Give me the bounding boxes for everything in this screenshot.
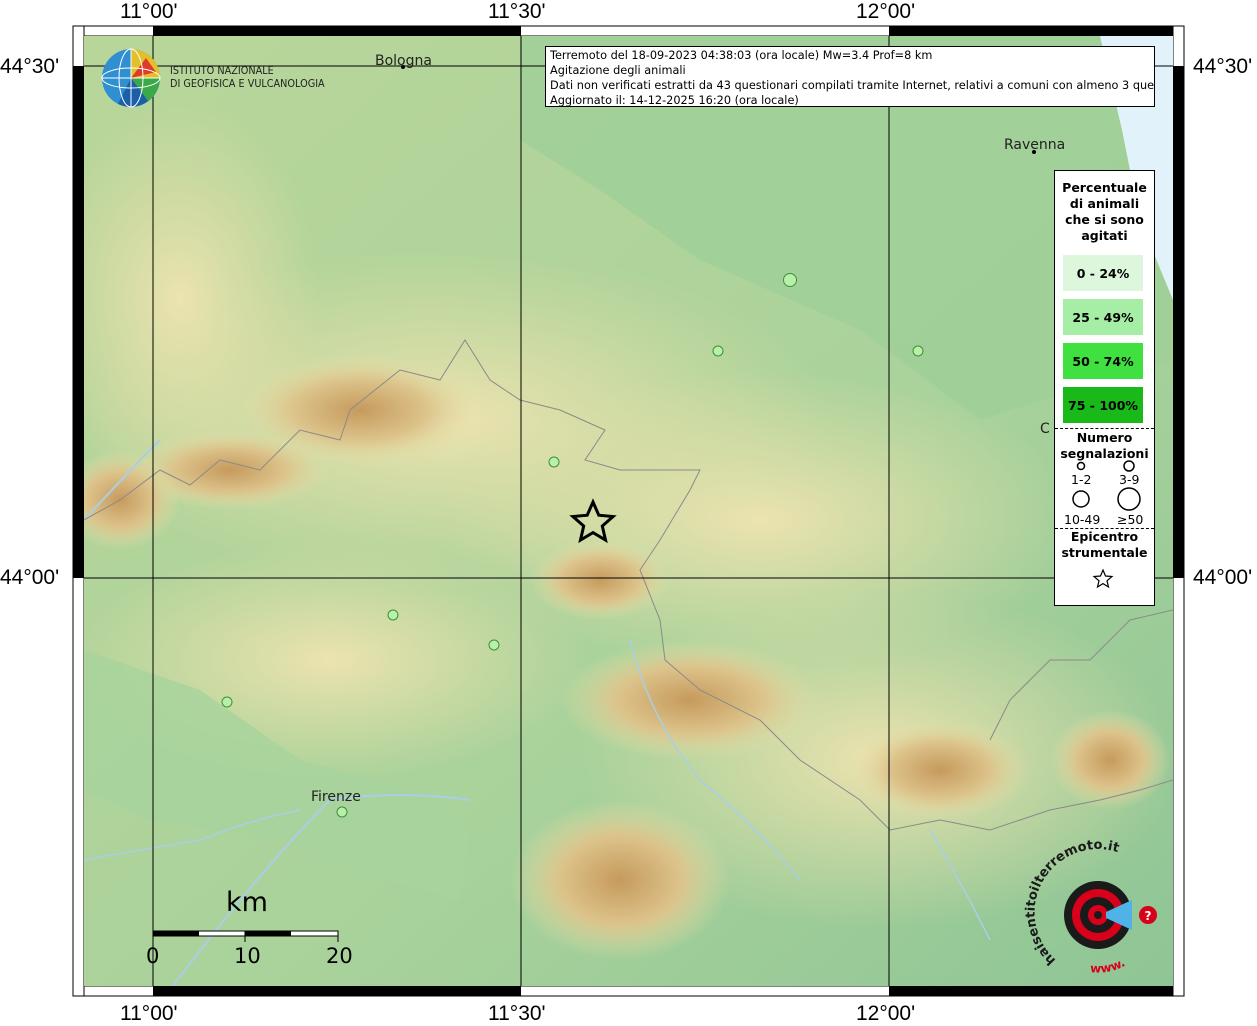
legend-percent-title: Percentuale di animali che si sono agita… — [1055, 180, 1154, 244]
macroseismic-map-page: ? haisentitoilterremoto.it www. 11°00' 1… — [0, 0, 1257, 1025]
legend-title-line: strumentale — [1061, 545, 1148, 560]
ingv-logo-text: ISTITUTO NAZIONALE DI GEOFISICA E VULCAN… — [170, 64, 325, 90]
event-info-line: Dati non verificati estratti da 43 quest… — [550, 79, 1155, 92]
scale-tick-label: 0 — [146, 944, 160, 968]
report-point[interactable] — [336, 806, 348, 818]
legend-class-25-49: 25 - 49% — [1063, 299, 1143, 335]
report-point[interactable] — [783, 273, 797, 287]
scale-unit: km — [226, 887, 268, 918]
legend-star-icon — [1092, 568, 1114, 589]
place-cut-label: C — [1040, 421, 1050, 437]
legend-panel: Percentuale di animali che si sono agita… — [1054, 170, 1155, 606]
report-point[interactable] — [912, 345, 924, 357]
left-coord-label: 44°00' — [0, 566, 60, 589]
legend-circle-3-9-icon — [1123, 460, 1135, 472]
event-info-line: Agitazione degli animali — [550, 64, 686, 77]
legend-epicenter-title: Epicentro strumentale — [1055, 529, 1154, 561]
bottom-coord-label: 11°00' — [120, 1002, 178, 1025]
report-point[interactable] — [712, 345, 724, 357]
bottom-coord-label: 11°30' — [488, 1002, 546, 1025]
legend-class-50-74: 50 - 74% — [1063, 343, 1143, 379]
legend-class-0-24: 0 - 24% — [1063, 255, 1143, 291]
report-point[interactable] — [548, 456, 560, 468]
legend-epicenter-symbol — [1092, 568, 1114, 589]
legend-circle-50plus-icon — [1117, 487, 1141, 511]
legend-circle-1-2-icon — [1076, 461, 1086, 471]
event-info-line: Terremoto del 18-09-2023 04:38:03 (ora l… — [550, 49, 933, 62]
ingv-name-line2: DI GEOFISICA E VULCANOLOGIA — [170, 77, 325, 90]
svg-text:?: ? — [1145, 909, 1152, 923]
scale-tick-label: 20 — [326, 944, 353, 968]
ingv-name-line1: ISTITUTO NAZIONALE — [170, 64, 274, 77]
right-coord-label: 44°00' — [1193, 566, 1253, 589]
ingv-globe-icon — [101, 48, 161, 108]
event-info-box: Terremoto del 18-09-2023 04:38:03 (ora l… — [545, 46, 1155, 107]
left-coord-label: 44°30' — [0, 55, 60, 78]
legend-count-label: 10-49 — [1064, 512, 1101, 527]
legend-count-label: 1-2 — [1071, 472, 1092, 487]
legend-title-line: Epicentro — [1070, 529, 1139, 544]
legend-title-line: che si sono — [1065, 212, 1144, 227]
report-point[interactable] — [221, 696, 233, 708]
scale-tick-label: 10 — [234, 944, 261, 968]
legend-title-line: Percentuale — [1062, 180, 1147, 195]
legend-title-line: Numero — [1076, 430, 1133, 445]
top-coord-label: 12°00' — [856, 0, 916, 23]
legend-title-line: agitati — [1081, 228, 1128, 243]
bottom-coord-label: 12°00' — [856, 1002, 916, 1025]
legend-divider — [1055, 428, 1154, 429]
report-point[interactable] — [488, 639, 500, 651]
place-ravenna: Ravenna — [1004, 137, 1066, 153]
event-info-line: Aggiornato il: 14-12-2025 16:20 (ora loc… — [550, 94, 799, 107]
place-bologna: Bologna — [375, 53, 432, 69]
legend-count-label: 3-9 — [1119, 472, 1140, 487]
legend-count-label: ≥50 — [1117, 512, 1144, 527]
right-coord-label: 44°30' — [1193, 55, 1253, 78]
top-coord-label: 11°30' — [488, 0, 546, 23]
place-firenze: Firenze — [311, 789, 361, 805]
legend-class-75-100: 75 - 100% — [1063, 387, 1143, 423]
legend-title-line: di animali — [1069, 196, 1140, 211]
legend-circle-10-49-icon — [1072, 490, 1090, 508]
top-coord-label: 11°00' — [120, 0, 178, 23]
report-point[interactable] — [387, 609, 399, 621]
